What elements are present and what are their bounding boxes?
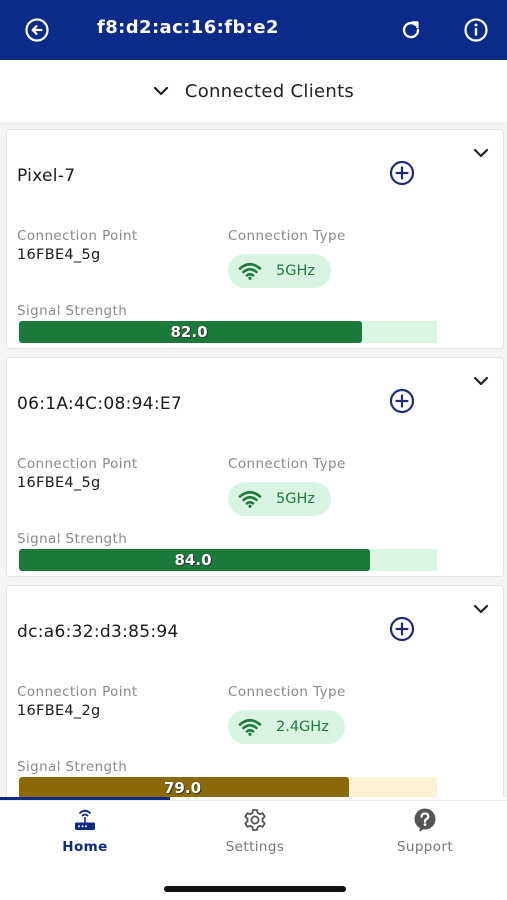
add-circle-icon[interactable]: [388, 615, 416, 643]
device-mac-title: f8:d2:ac:16:fb:e2: [97, 17, 279, 38]
refresh-button[interactable]: [397, 16, 425, 44]
signal-strength-label: Signal Strength: [17, 303, 128, 319]
add-circle-icon[interactable]: [388, 387, 416, 415]
refresh-icon: [402, 21, 420, 39]
connection-type-value: 5GHz: [276, 491, 315, 507]
signal-strength-value: 82.0: [170, 323, 208, 341]
router-icon: [75, 809, 95, 830]
info-icon: [464, 18, 488, 42]
client-name: Pixel-7: [17, 166, 76, 186]
back-button[interactable]: [23, 16, 51, 44]
client-card: Pixel-7 Connection Point 16FBE4_5g Conne…: [6, 129, 504, 349]
nav-item-home[interactable]: Home: [0, 807, 170, 867]
connection-point-label: Connection Point: [17, 684, 138, 700]
connection-point-value: 16FBE4_2g: [17, 703, 101, 719]
signal-strength-label: Signal Strength: [17, 531, 128, 547]
connection-type-label: Connection Type: [228, 684, 346, 700]
connection-type-value: 2.4GHz: [276, 719, 329, 735]
nav-label-support: Support: [396, 839, 454, 855]
nav-label-home: Home: [62, 839, 108, 855]
nav-item-settings[interactable]: Settings: [170, 807, 340, 867]
connection-type-badge: 5GHz: [228, 254, 331, 288]
back-circle-icon: [25, 18, 49, 42]
info-button[interactable]: [462, 16, 490, 44]
connection-type-value: 5GHz: [276, 263, 315, 279]
signal-strength-bar: 82.0: [19, 321, 437, 343]
signal-strength-bar: 79.0: [19, 777, 437, 797]
client-card: dc:a6:32:d3:85:94 Connection Point 16FBE…: [6, 585, 504, 797]
chevron-down-icon[interactable]: [473, 604, 489, 614]
client-name: 06:1A:4C:08:94:E7: [17, 394, 183, 414]
bottom-navigation: Home Settings Support: [0, 800, 507, 900]
connected-clients-header[interactable]: Connected Clients: [0, 60, 507, 122]
top-app-bar: f8:d2:ac:16:fb:e2: [0, 0, 507, 60]
connection-type-badge: 5GHz: [228, 482, 331, 516]
connection-type-label: Connection Type: [228, 228, 346, 244]
help-circle-icon: [414, 808, 436, 832]
connection-type-label: Connection Type: [228, 456, 346, 472]
connection-point-value: 16FBE4_5g: [17, 475, 101, 491]
signal-strength-value: 79.0: [164, 779, 202, 797]
section-title: Connected Clients: [184, 80, 355, 102]
connection-point-label: Connection Point: [17, 228, 138, 244]
client-name: dc:a6:32:d3:85:94: [17, 622, 179, 642]
nav-item-support[interactable]: Support: [340, 807, 507, 867]
chevron-down-icon: [153, 86, 168, 96]
connection-point-value: 16FBE4_5g: [17, 247, 101, 263]
connection-point-label: Connection Point: [17, 456, 138, 472]
chevron-down-icon[interactable]: [473, 148, 489, 158]
home-indicator: [164, 886, 346, 892]
nav-label-settings: Settings: [225, 839, 285, 855]
client-card: 06:1A:4C:08:94:E7 Connection Point 16FBE…: [6, 357, 504, 577]
wifi-icon: [238, 718, 262, 736]
chevron-down-icon[interactable]: [473, 376, 489, 386]
connection-type-badge: 2.4GHz: [228, 710, 345, 744]
wifi-icon: [238, 490, 262, 508]
signal-strength-bar: 84.0: [19, 549, 437, 571]
client-list[interactable]: Pixel-7 Connection Point 16FBE4_5g Conne…: [0, 123, 507, 797]
signal-strength-value: 84.0: [174, 551, 212, 569]
gear-icon: [244, 809, 266, 831]
add-circle-icon[interactable]: [388, 159, 416, 187]
wifi-icon: [238, 262, 262, 280]
signal-strength-label: Signal Strength: [17, 759, 128, 775]
